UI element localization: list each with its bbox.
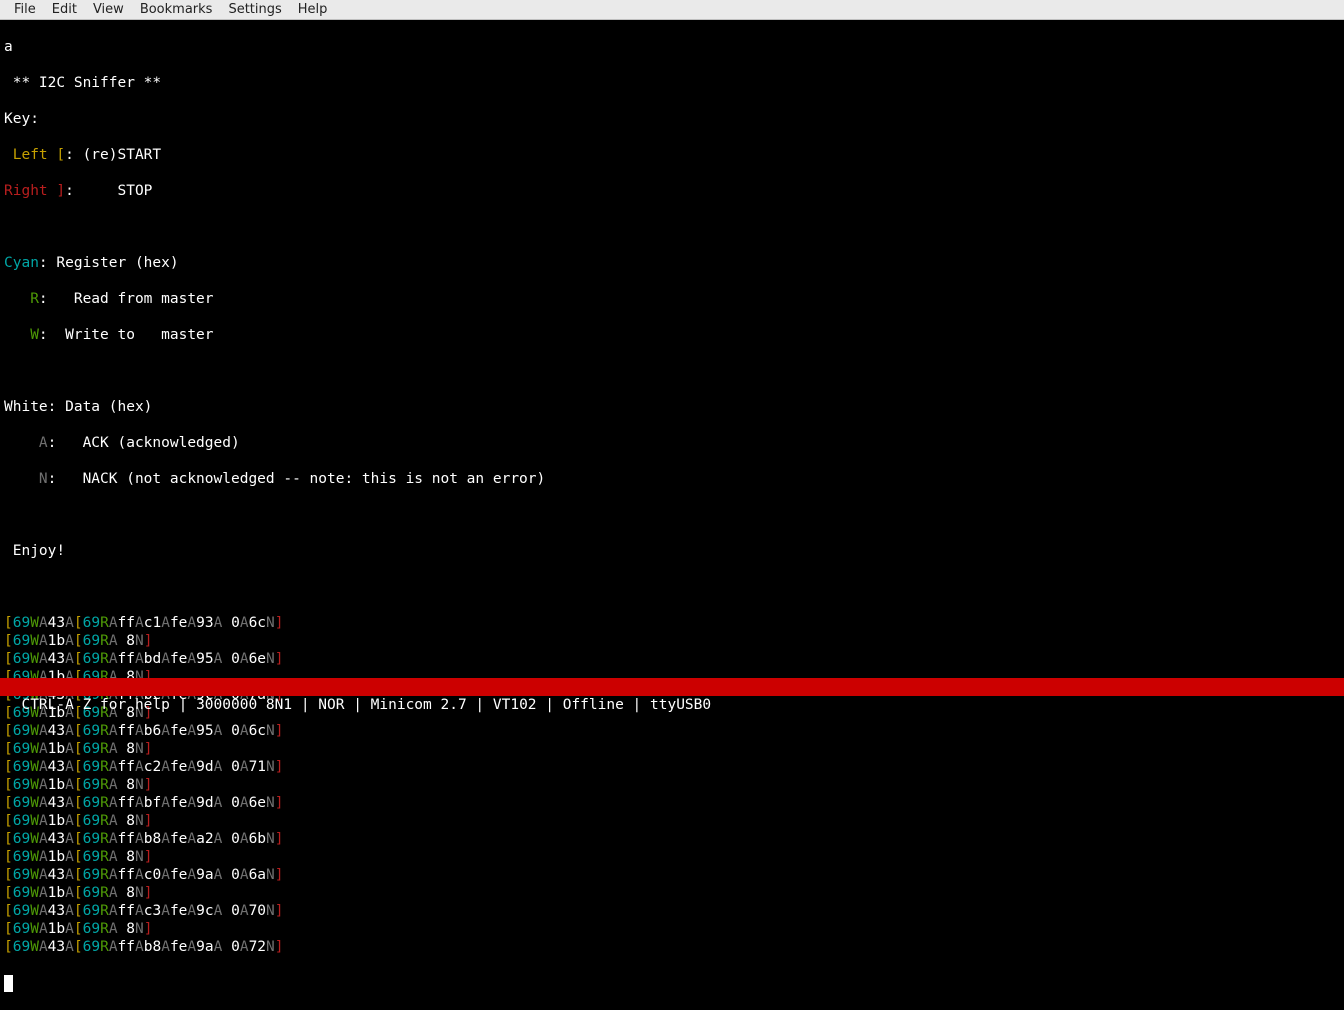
key-a-label: A [4,435,48,451]
terminal[interactable]: a ** I2C Sniffer ** Key: Left [: (re)STA… [0,20,1344,696]
key-right-label: Right ] [4,183,65,199]
key-r-label: R [4,291,39,307]
key-cyan-label: Cyan [4,255,39,271]
sniff-line: [69WA43A[69RAffAb6AfeA95A 0A6cN] [4,722,1340,740]
sniff-line: [69WA43A[69RAffAbdAfeA95A 0A6eN] [4,650,1340,668]
sniff-line: [69WA1bA[69RA 8N] [4,740,1340,758]
key-right-desc: : STOP [65,183,152,199]
menu-bookmarks[interactable]: Bookmarks [132,1,221,19]
sniff-line: [69WA43A[69RAffAb8AfeA9aA 0A72N] [4,938,1340,956]
sniff-line: [69WA1bA[69RA 8N] [4,812,1340,830]
sniff-line: [69WA43A[69RAffAc0AfeA9aA 0A6aN] [4,866,1340,884]
cursor-icon [4,975,13,992]
sniff-line: [69WA43A[69RAffAc2AfeA9dA 0A71N] [4,758,1340,776]
key-cyan-desc: : Register (hex) [39,255,179,271]
menu-view[interactable]: View [85,1,132,19]
term-line: a [4,39,13,55]
key-white-desc: : Data (hex) [48,399,153,415]
sniff-line: [69WA1bA[69RA 8N] [4,776,1340,794]
key-w-label: W [4,327,39,343]
key-n-label: N [4,471,48,487]
sniff-line: [69WA43A[69RAffAbfAfeA9dA 0A6eN] [4,794,1340,812]
term-enjoy: Enjoy! [4,543,65,559]
key-left-label: Left [ [4,147,65,163]
sniff-line: [69WA1bA[69RA 8N] [4,848,1340,866]
menu-edit[interactable]: Edit [44,1,85,19]
menubar: File Edit View Bookmarks Settings Help [0,0,1344,20]
term-key-heading: Key: [4,111,39,127]
key-left-desc: : (re)START [65,147,161,163]
key-n-desc: : NACK (not acknowledged -- note: this i… [48,471,546,487]
sniff-line: [69WA1bA[69RA 8N] [4,920,1340,938]
key-r-desc: : Read from master [39,291,214,307]
statusbar-text: CTRL-A Z for help | 3000000 8N1 | NOR | … [21,697,711,713]
statusbar: CTRL-A Z for help | 3000000 8N1 | NOR | … [0,678,1344,696]
term-title: ** I2C Sniffer ** [4,75,161,91]
sniff-line: [69WA43A[69RAffAb8AfeAa2A 0A6bN] [4,830,1340,848]
menu-help[interactable]: Help [290,1,336,19]
sniff-line: [69WA1bA[69RA 8N] [4,884,1340,902]
key-w-desc: : Write to master [39,327,214,343]
key-a-desc: : ACK (acknowledged) [48,435,240,451]
key-white-label: White [4,399,48,415]
menu-settings[interactable]: Settings [220,1,289,19]
sniff-line: [69WA1bA[69RA 8N] [4,632,1340,650]
sniff-line: [69WA43A[69RAffAc1AfeA93A 0A6cN] [4,614,1340,632]
sniff-line: [69WA43A[69RAffAc3AfeA9cA 0A70N] [4,902,1340,920]
menu-file[interactable]: File [6,1,44,19]
